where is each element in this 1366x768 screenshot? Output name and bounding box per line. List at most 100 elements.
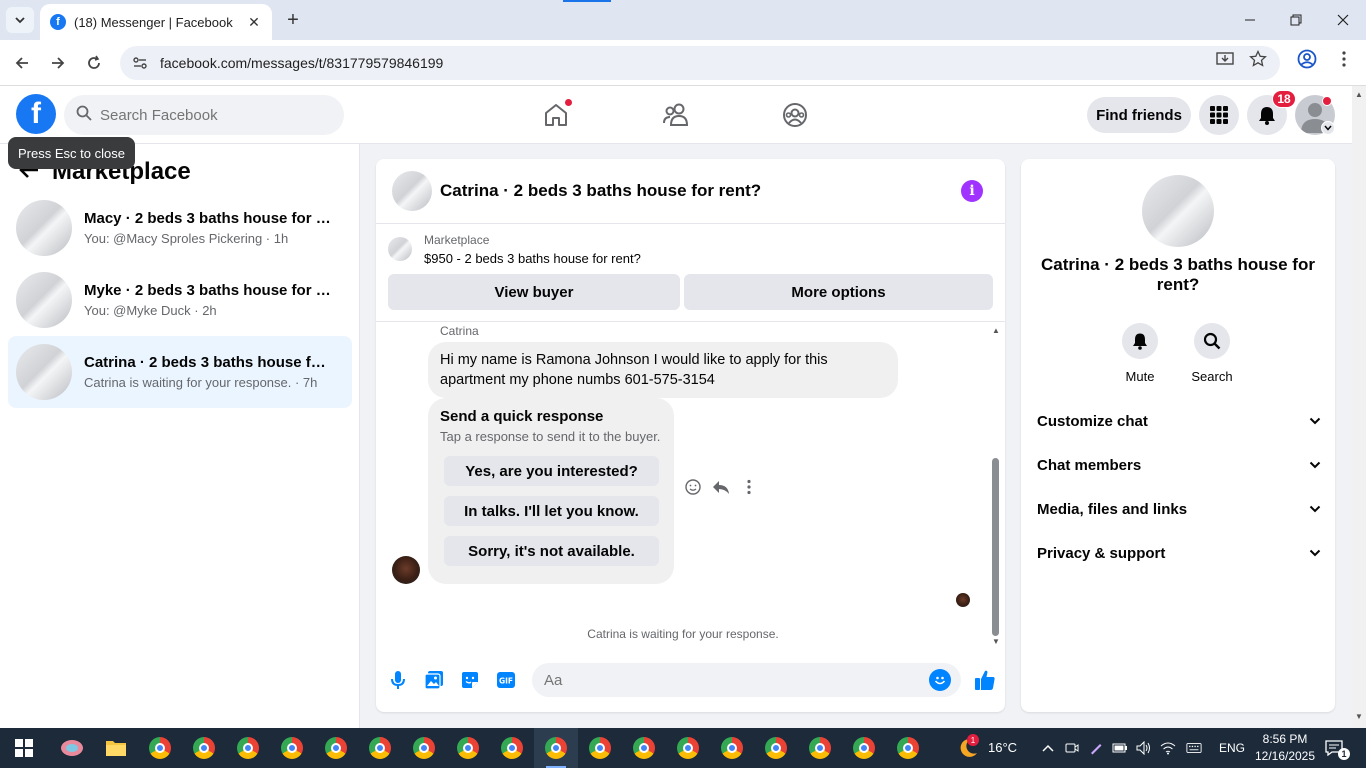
- customize-chat-section[interactable]: Customize chat: [1037, 407, 1321, 435]
- reload-icon[interactable]: [81, 50, 107, 76]
- scroll-down-icon[interactable]: ▼: [991, 636, 1001, 646]
- message-input[interactable]: [544, 671, 924, 689]
- chrome-icon[interactable]: [500, 736, 524, 760]
- conversation-item[interactable]: Myke · 2 beds 3 baths house for re... Yo…: [8, 264, 352, 336]
- weather-temperature[interactable]: 16°C: [988, 740, 1017, 755]
- chrome-icon[interactable]: [632, 736, 656, 760]
- app-icon[interactable]: [60, 736, 84, 760]
- chat-listing-thumbnail[interactable]: [392, 171, 432, 211]
- restore-icon[interactable]: [1284, 8, 1308, 32]
- quick-response-button[interactable]: Sorry, it's not available.: [444, 536, 659, 566]
- chat-members-section[interactable]: Chat members: [1037, 451, 1321, 479]
- scroll-up-icon[interactable]: ▲: [991, 325, 1001, 335]
- back-icon[interactable]: [9, 50, 35, 76]
- chrome-icon[interactable]: [852, 736, 876, 760]
- sender-avatar[interactable]: [392, 556, 420, 584]
- new-tab-button[interactable]: +: [282, 9, 304, 31]
- message-bubble[interactable]: Hi my name is Ramona Johnson I would lik…: [428, 342, 898, 398]
- chevron-up-icon[interactable]: [1040, 740, 1056, 756]
- browser-tab[interactable]: f (18) Messenger | Facebook ✕: [40, 4, 272, 40]
- chrome-icon[interactable]: [676, 736, 700, 760]
- install-app-icon[interactable]: [1215, 49, 1235, 69]
- minimize-icon[interactable]: [1238, 8, 1262, 32]
- chrome-icon[interactable]: [412, 736, 436, 760]
- chrome-icon[interactable]: [280, 736, 304, 760]
- clock-time[interactable]: 8:56 PM: [1256, 732, 1314, 746]
- groups-icon[interactable]: [780, 100, 810, 130]
- account-chevron-icon[interactable]: [1321, 121, 1335, 135]
- tab-close-icon[interactable]: ✕: [246, 14, 262, 30]
- conversation-name: Myke · 2 beds 3 baths house for re...: [84, 282, 334, 299]
- browser-menu-icon[interactable]: [1334, 49, 1354, 69]
- search-input[interactable]: [100, 106, 320, 124]
- conversation-item[interactable]: Macy · 2 beds 3 baths house for re... Yo…: [8, 192, 352, 264]
- media-files-links-section[interactable]: Media, files and links: [1037, 495, 1321, 523]
- chrome-icon[interactable]: [192, 736, 216, 760]
- privacy-support-section[interactable]: Privacy & support: [1037, 539, 1321, 567]
- menu-grid-icon[interactable]: [1199, 95, 1239, 135]
- home-icon[interactable]: [541, 98, 573, 130]
- clock-date[interactable]: 12/16/2025: [1252, 749, 1318, 763]
- battery-icon[interactable]: [1112, 740, 1128, 756]
- wifi-icon[interactable]: [1160, 740, 1176, 756]
- quick-response-button[interactable]: Yes, are you interested?: [444, 456, 659, 486]
- chrome-icon-active[interactable]: [544, 736, 568, 760]
- url-text[interactable]: facebook.com/messages/t/831779579846199: [160, 55, 443, 71]
- quick-response-button[interactable]: In talks. I'll let you know.: [444, 496, 659, 526]
- chrome-icon[interactable]: [896, 736, 920, 760]
- chrome-icon[interactable]: [720, 736, 744, 760]
- volume-icon[interactable]: [1136, 740, 1152, 756]
- facebook-search[interactable]: [64, 95, 344, 135]
- emoji-icon[interactable]: [929, 669, 951, 691]
- reply-icon[interactable]: [712, 478, 730, 496]
- facebook-logo-icon[interactable]: f: [16, 94, 56, 134]
- conversation-item-active[interactable]: Catrina · 2 beds 3 baths house for ... C…: [8, 336, 352, 408]
- details-listing-thumbnail[interactable]: [1142, 175, 1214, 247]
- react-emoji-icon[interactable]: [684, 478, 702, 496]
- esc-tooltip: Press Esc to close: [8, 137, 135, 169]
- listing-price[interactable]: $950 - 2 beds 3 baths house for rent?: [424, 251, 641, 266]
- like-thumbs-up-icon[interactable]: [972, 667, 998, 693]
- language-indicator[interactable]: ENG: [1219, 741, 1245, 755]
- chrome-icon[interactable]: [324, 736, 348, 760]
- chrome-icon[interactable]: [764, 736, 788, 760]
- more-actions-icon[interactable]: [740, 478, 758, 496]
- info-icon[interactable]: i: [961, 180, 983, 202]
- search-conversation-button[interactable]: Search: [1182, 323, 1242, 384]
- pen-icon[interactable]: [1088, 740, 1104, 756]
- tab-search-button[interactable]: [6, 7, 34, 33]
- page-scroll-up-icon[interactable]: ▲: [1355, 90, 1363, 99]
- file-explorer-icon[interactable]: [104, 736, 128, 760]
- chrome-icon[interactable]: [368, 736, 392, 760]
- profile-icon[interactable]: [1297, 49, 1317, 69]
- message-input-wrapper[interactable]: [532, 663, 961, 697]
- windows-start-icon[interactable]: [12, 736, 36, 760]
- find-friends-button[interactable]: Find friends: [1087, 97, 1191, 133]
- close-window-icon[interactable]: [1331, 8, 1355, 32]
- mute-button[interactable]: Mute: [1110, 323, 1170, 384]
- page-scrollbar[interactable]: ▲ ▼: [1352, 86, 1366, 728]
- forward-icon[interactable]: [45, 50, 71, 76]
- chrome-icon[interactable]: [588, 736, 612, 760]
- friends-icon[interactable]: [661, 100, 691, 130]
- details-title: Catrina · 2 beds 3 baths house for rent?: [1041, 255, 1315, 294]
- attach-photo-icon[interactable]: [423, 669, 445, 691]
- keyboard-icon[interactable]: [1186, 740, 1202, 756]
- site-settings-icon[interactable]: [130, 53, 150, 73]
- page-scroll-down-icon[interactable]: ▼: [1355, 712, 1363, 721]
- meet-icon[interactable]: [1064, 740, 1080, 756]
- more-options-button[interactable]: More options: [684, 274, 993, 310]
- address-bar[interactable]: facebook.com/messages/t/831779579846199: [120, 46, 1280, 80]
- chat-scrollbar[interactable]: ▲ ▼: [990, 322, 1000, 650]
- chrome-icon[interactable]: [148, 736, 172, 760]
- microphone-icon[interactable]: [387, 669, 409, 691]
- view-buyer-button[interactable]: View buyer: [388, 274, 680, 310]
- sticker-icon[interactable]: [459, 669, 481, 691]
- scroll-thumb[interactable]: [992, 458, 999, 636]
- bookmark-star-icon[interactable]: [1248, 49, 1268, 69]
- chrome-icon[interactable]: [236, 736, 260, 760]
- chat-title[interactable]: Catrina · 2 beds 3 baths house for rent?: [440, 181, 953, 201]
- chrome-icon[interactable]: [808, 736, 832, 760]
- chrome-icon[interactable]: [456, 736, 480, 760]
- gif-icon[interactable]: GIF: [495, 669, 517, 691]
